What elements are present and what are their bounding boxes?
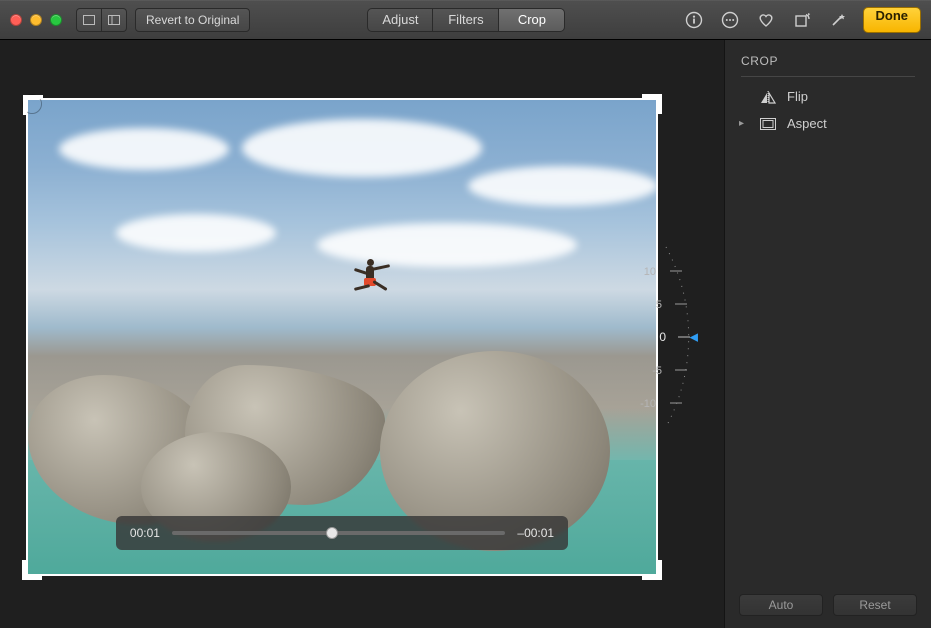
more-button[interactable] <box>719 9 741 31</box>
toolbar: Revert to Original Adjust Filters Crop D… <box>0 0 931 40</box>
chevron-right-icon: ▸ <box>739 118 749 129</box>
time-remaining: –00:01 <box>517 526 554 540</box>
flip-button[interactable]: Flip <box>725 83 931 110</box>
close-window[interactable] <box>10 14 22 26</box>
dial-tick-minus10: -10 <box>640 398 656 410</box>
mode-adjust[interactable]: Adjust <box>367 8 433 32</box>
scrubber-playhead[interactable] <box>326 527 338 539</box>
jumping-person <box>348 256 392 300</box>
ellipsis-circle-icon <box>721 11 739 29</box>
aspect-icon <box>759 118 777 130</box>
dial-tick-zero: 0 <box>659 330 666 344</box>
thumbnail-toggle <box>76 8 127 32</box>
dial-tick-plus10: 10 <box>644 266 656 278</box>
rotate-icon <box>793 11 811 29</box>
edit-mode-segment: Adjust Filters Crop <box>367 8 565 32</box>
info-button[interactable] <box>683 9 705 31</box>
video-scrubber[interactable]: 00:01 –00:01 <box>116 516 568 550</box>
reset-button[interactable]: Reset <box>833 594 917 616</box>
video-preview: 00:01 –00:01 <box>26 98 658 576</box>
crop-handle-tl[interactable] <box>22 94 42 114</box>
thumbnails-hide[interactable] <box>76 8 102 32</box>
rectangle-icon <box>83 15 95 25</box>
video-crop-frame[interactable]: 00:01 –00:01 10 5 0 -5 <box>26 98 658 576</box>
done-button[interactable]: Done <box>863 7 922 33</box>
crop-handle-tr[interactable] <box>642 94 662 114</box>
revert-to-original-button[interactable]: Revert to Original <box>135 8 250 32</box>
thumbnails-show[interactable] <box>102 8 127 32</box>
crop-handle-br[interactable] <box>642 560 662 580</box>
auto-button[interactable]: Auto <box>739 594 823 616</box>
info-icon <box>685 11 703 29</box>
toolbar-actions: Done <box>683 7 922 33</box>
rectangle-split-icon <box>108 15 120 25</box>
flip-label: Flip <box>787 89 808 104</box>
minimize-window[interactable] <box>30 14 42 26</box>
auto-enhance-button[interactable] <box>827 9 849 31</box>
mode-crop[interactable]: Crop <box>499 8 565 32</box>
editor-canvas-area: 00:01 –00:01 10 5 0 -5 <box>0 40 724 628</box>
flip-icon <box>759 90 777 104</box>
dial-tick-minus5: -5 <box>652 365 662 377</box>
divider <box>741 76 915 77</box>
aspect-row[interactable]: ▸ Aspect <box>725 110 931 137</box>
window-controls <box>10 14 62 26</box>
scrubber-track[interactable] <box>172 531 505 535</box>
sidebar-footer: Auto Reset <box>725 594 931 616</box>
rotate-button[interactable] <box>791 9 813 31</box>
wand-icon <box>829 11 847 29</box>
crop-handle-bl[interactable] <box>22 560 42 580</box>
dial-tick-plus5: 5 <box>656 299 662 311</box>
aspect-label: Aspect <box>787 116 827 131</box>
straighten-dial[interactable]: 10 5 0 -5 -10 ◀ <box>608 227 698 447</box>
crop-sidebar: CROP Flip ▸ Aspect Auto Reset <box>724 40 931 628</box>
heart-icon <box>757 11 775 29</box>
sidebar-title: CROP <box>725 40 931 76</box>
mode-filters[interactable]: Filters <box>433 8 499 32</box>
time-elapsed: 00:01 <box>130 526 160 540</box>
fullscreen-window[interactable] <box>50 14 62 26</box>
dial-indicator-icon: ◀ <box>690 331 698 344</box>
favorite-button[interactable] <box>755 9 777 31</box>
